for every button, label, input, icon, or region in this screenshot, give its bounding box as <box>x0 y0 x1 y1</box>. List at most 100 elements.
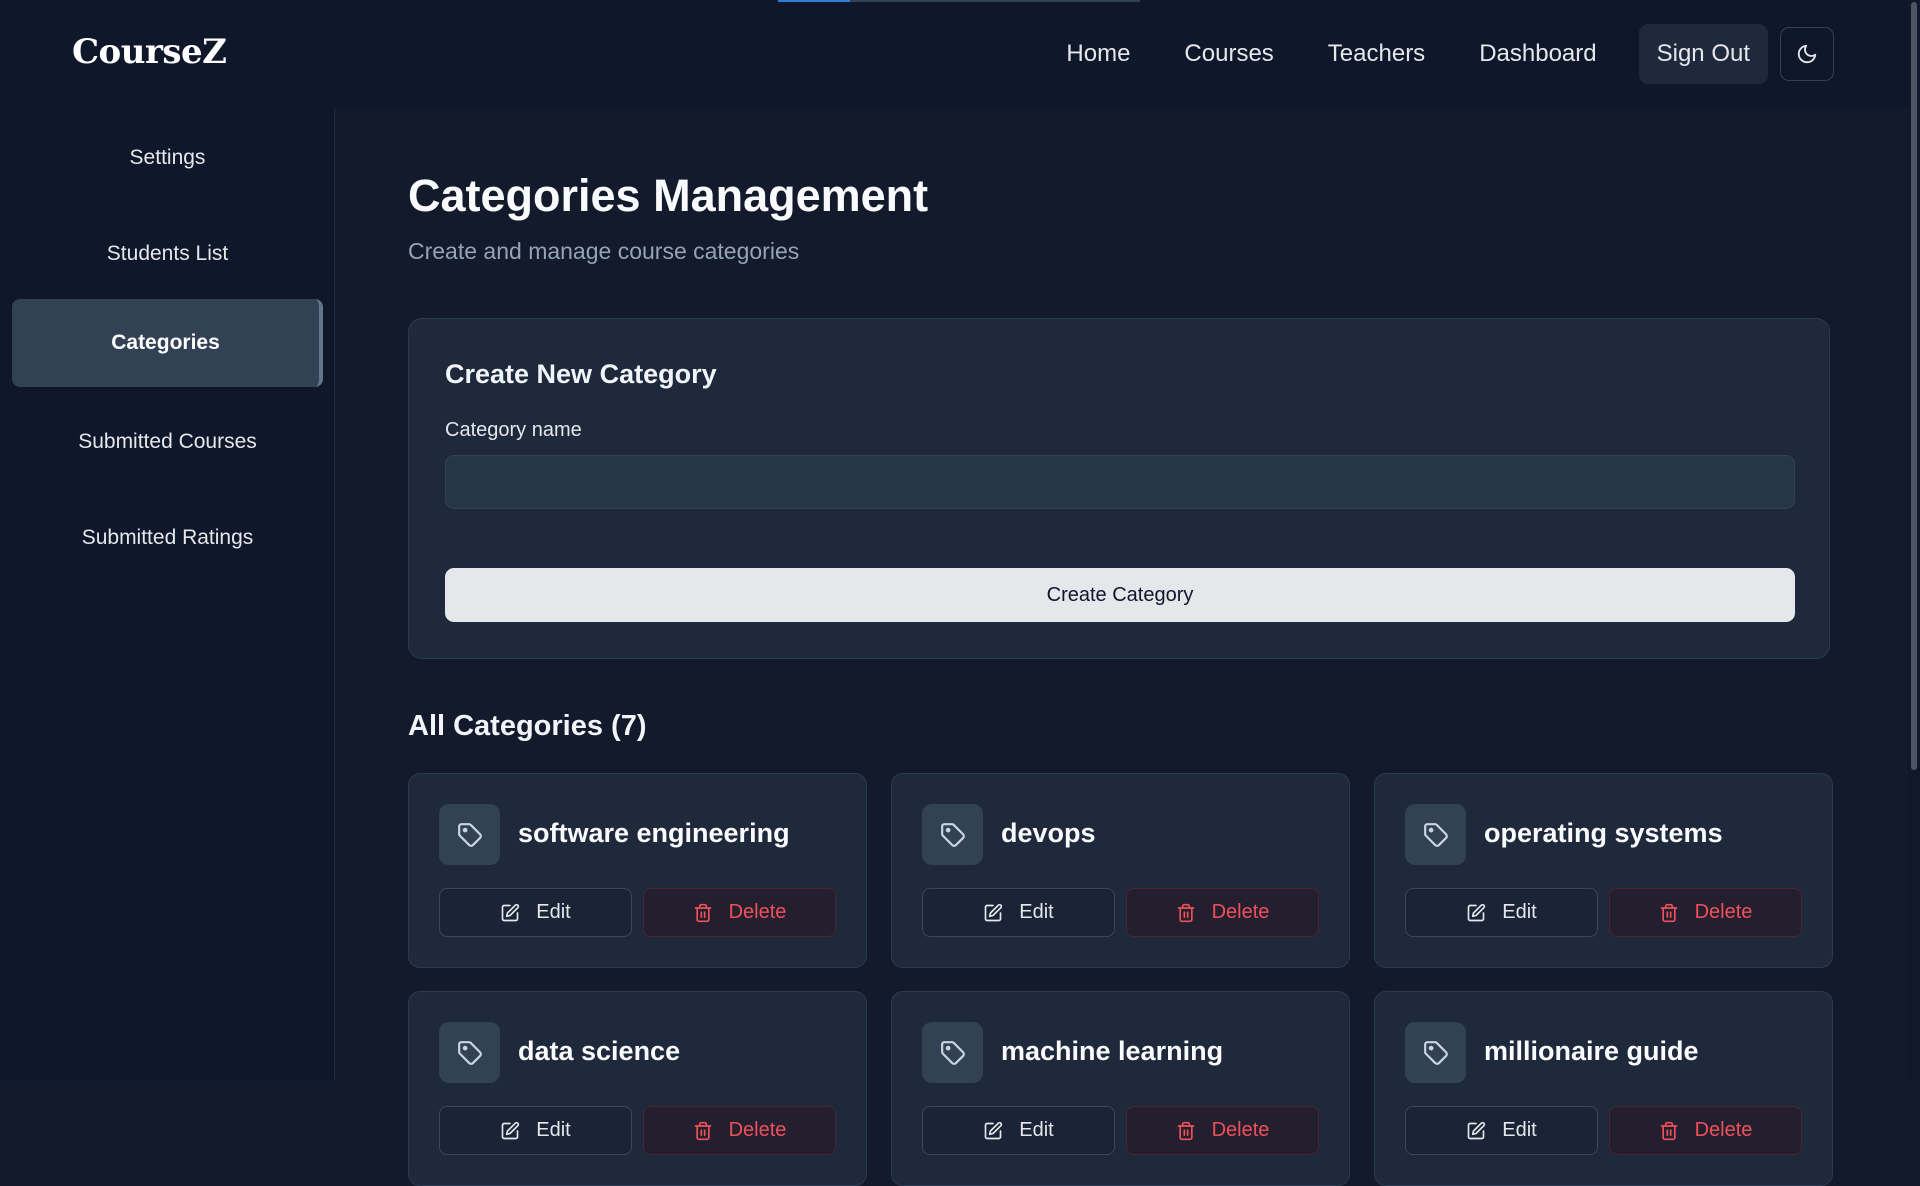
delete-category-button[interactable]: Delete <box>1126 1106 1319 1155</box>
edit-category-button[interactable]: Edit <box>922 888 1115 937</box>
edit-category-button[interactable]: Edit <box>439 1106 632 1155</box>
category-name-input[interactable] <box>445 455 1795 509</box>
trash-icon <box>1660 1121 1677 1140</box>
main-nav: Home Courses Teachers Dashboard Sign Out <box>1039 24 1834 84</box>
category-card: data science Edit Delete <box>408 991 867 1186</box>
category-card: machine learning Edit Delete <box>891 991 1350 1186</box>
trash-icon <box>694 1121 711 1140</box>
edit-icon <box>501 903 520 921</box>
nav-home[interactable]: Home <box>1039 24 1157 84</box>
nav-teachers[interactable]: Teachers <box>1301 24 1452 84</box>
trash-icon-wrap <box>693 1121 713 1141</box>
logo[interactable]: CourseZ <box>72 32 227 72</box>
delete-category-button[interactable]: Delete <box>1609 1106 1802 1155</box>
edit-button-label: Edit <box>1019 901 1054 923</box>
category-name: devops <box>1001 818 1096 848</box>
category-card: software engineering Edit Delete <box>408 773 867 968</box>
category-icon-box <box>1405 804 1466 865</box>
create-category-card: Create New Category Category name Create… <box>408 318 1830 659</box>
category-icon-box <box>922 804 983 865</box>
delete-button-label: Delete <box>728 901 787 923</box>
trash-icon <box>1177 903 1194 922</box>
tag-icon <box>940 1040 965 1065</box>
edit-icon-wrap <box>1466 1121 1486 1141</box>
category-card: millionaire guide Edit Delete <box>1374 991 1833 1186</box>
category-icon-box <box>439 1022 500 1083</box>
category-name: millionaire guide <box>1484 1036 1699 1066</box>
tag-icon <box>1423 1040 1448 1065</box>
delete-category-button[interactable]: Delete <box>1609 888 1802 937</box>
delete-button-label: Delete <box>728 1119 787 1141</box>
edit-button-label: Edit <box>536 1119 571 1141</box>
sidebar-item-students-list[interactable]: Students List <box>12 210 323 298</box>
trash-icon-wrap <box>1176 1121 1196 1141</box>
delete-button-label: Delete <box>1694 1119 1753 1141</box>
moon-icon <box>1797 44 1817 64</box>
create-category-title: Create New Category <box>445 359 717 389</box>
sidebar-item-submitted-courses[interactable]: Submitted Courses <box>12 398 323 486</box>
top-navbar: CourseZ Home Courses Teachers Dashboard … <box>0 0 1920 108</box>
category-name-label: Category name <box>445 419 582 441</box>
sidebar: Settings Students List Categories Submit… <box>0 108 335 1080</box>
page-title: Categories Management <box>408 170 929 221</box>
category-icon-box <box>922 1022 983 1083</box>
tag-icon <box>457 1040 482 1065</box>
category-icon-box <box>439 804 500 865</box>
edit-icon-wrap <box>1466 903 1486 923</box>
edit-icon <box>984 903 1003 921</box>
page-scrollbar[interactable] <box>1908 0 1920 1080</box>
edit-icon <box>984 1121 1003 1139</box>
trash-icon-wrap <box>693 903 713 923</box>
page-loading-bar <box>778 0 1140 2</box>
tag-icon <box>940 822 965 847</box>
sidebar-item-categories[interactable]: Categories <box>12 299 323 387</box>
delete-button-label: Delete <box>1211 1119 1270 1141</box>
sidebar-item-settings[interactable]: Settings <box>12 114 323 202</box>
delete-category-button[interactable]: Delete <box>643 888 836 937</box>
trash-icon-wrap <box>1659 903 1679 923</box>
sidebar-item-submitted-ratings[interactable]: Submitted Ratings <box>12 494 323 582</box>
sign-out-button[interactable]: Sign Out <box>1638 24 1768 84</box>
edit-icon <box>1467 903 1486 921</box>
scrollbar-thumb[interactable] <box>1911 2 1917 770</box>
tag-icon <box>457 822 482 847</box>
category-name: software engineering <box>518 818 790 848</box>
edit-icon-wrap <box>983 1121 1003 1141</box>
edit-button-label: Edit <box>536 901 571 923</box>
edit-category-button[interactable]: Edit <box>439 888 632 937</box>
delete-category-button[interactable]: Delete <box>643 1106 836 1155</box>
edit-category-button[interactable]: Edit <box>1405 888 1598 937</box>
nav-courses[interactable]: Courses <box>1157 24 1300 84</box>
edit-button-label: Edit <box>1502 901 1537 923</box>
page-loading-bar-fill <box>778 0 851 2</box>
category-name: machine learning <box>1001 1036 1224 1066</box>
category-icon-box <box>1405 1022 1466 1083</box>
category-card: operating systems Edit Delete <box>1374 773 1833 968</box>
delete-category-button[interactable]: Delete <box>1126 888 1319 937</box>
edit-icon <box>1467 1121 1486 1139</box>
all-categories-heading: All Categories (7) <box>408 710 647 742</box>
trash-icon <box>694 903 711 922</box>
tag-icon <box>1423 822 1448 847</box>
trash-icon-wrap <box>1659 1121 1679 1141</box>
edit-icon-wrap <box>500 903 520 923</box>
category-card: devops Edit Delete <box>891 773 1350 968</box>
category-name: operating systems <box>1484 818 1723 848</box>
delete-button-label: Delete <box>1211 901 1270 923</box>
page-subtitle: Create and manage course categories <box>408 238 800 264</box>
create-category-button[interactable]: Create Category <box>445 568 1795 622</box>
delete-button-label: Delete <box>1694 901 1753 923</box>
edit-category-button[interactable]: Edit <box>1405 1106 1598 1155</box>
edit-button-label: Edit <box>1019 1119 1054 1141</box>
theme-toggle-button[interactable] <box>1780 27 1834 81</box>
nav-dashboard[interactable]: Dashboard <box>1452 24 1623 84</box>
edit-category-button[interactable]: Edit <box>922 1106 1115 1155</box>
trash-icon-wrap <box>1176 903 1196 923</box>
edit-button-label: Edit <box>1502 1119 1537 1141</box>
edit-icon-wrap <box>983 903 1003 923</box>
edit-icon-wrap <box>500 1121 520 1141</box>
trash-icon <box>1660 903 1677 922</box>
trash-icon <box>1177 1121 1194 1140</box>
category-name: data science <box>518 1036 681 1066</box>
edit-icon <box>501 1121 520 1139</box>
